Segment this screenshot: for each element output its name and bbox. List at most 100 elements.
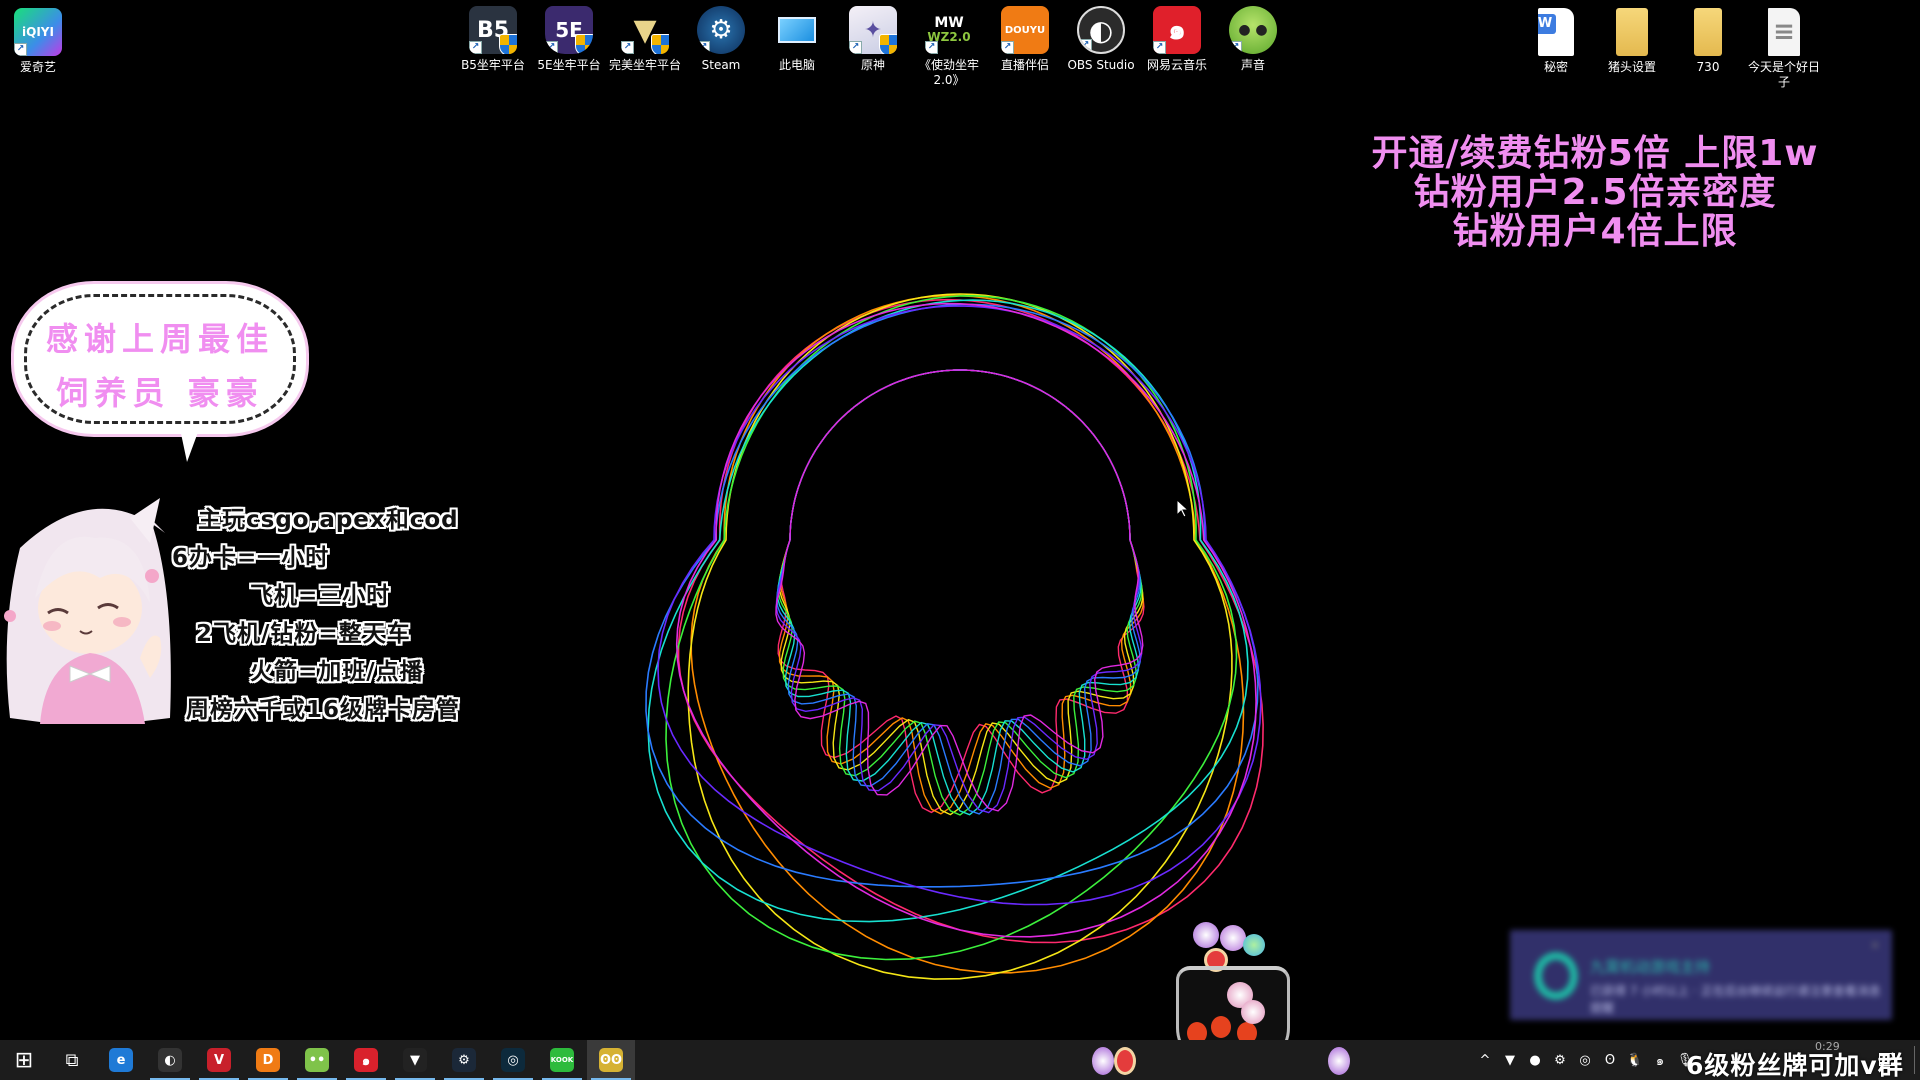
taskbar-app-netease-music[interactable]: ๑ xyxy=(342,1040,390,1080)
taskbar-app-5e-client[interactable]: ◎ xyxy=(489,1040,537,1080)
visualizer-outer-ring xyxy=(665,294,1238,961)
chevron-up-icon[interactable]: ^ xyxy=(1474,1049,1496,1071)
desktop-icon-label: 此电脑 xyxy=(778,58,815,72)
sound-app-icon: ● ● ↗ xyxy=(1229,6,1277,54)
taskbar-app-perfect-world[interactable]: ▼ xyxy=(391,1040,439,1080)
uac-shield-icon xyxy=(651,34,669,54)
b5-platform-icon: B5 ↗ xyxy=(469,6,517,54)
audio-visualizer xyxy=(645,293,1264,980)
obs-icon: ◐ xyxy=(158,1048,182,1072)
bubble-tail xyxy=(179,424,201,462)
douyu-icon: D xyxy=(256,1048,280,1072)
app-notification-icon xyxy=(1534,952,1578,1000)
netease-music-icon: ๑ xyxy=(354,1048,378,1072)
character-blush xyxy=(43,621,61,631)
desktop-icon-label: Steam xyxy=(701,58,741,72)
desktop-icon-obs[interactable]: ◐ ↗ OBS Studio xyxy=(1063,0,1139,73)
desktop-icon-label: 网易云音乐 xyxy=(1146,58,1207,72)
desktop-icon-steam[interactable]: ⚙ ↗ Steam xyxy=(683,0,759,73)
text-document-icon: ≡ xyxy=(1768,8,1800,56)
desktop-icon-label: 《使劲坐牢 2.0》 xyxy=(918,58,979,87)
task-view-icon: ⧉ xyxy=(65,1049,79,1071)
info-line: 2飞机/钻粉=整天车 xyxy=(196,621,411,647)
shortcut-arrow-icon: ↗ xyxy=(1153,41,1166,54)
obs-icon: ◐ ↗ xyxy=(1077,6,1125,54)
gift-coin-icon xyxy=(1328,1047,1350,1075)
douyu-live-icon: DOUYU ↗ xyxy=(1001,6,1049,54)
raccoon-tray-icon[interactable]: ʘ xyxy=(1599,1049,1621,1071)
thanks-speech-bubble: 感谢上周最佳 饲养员 豪豪 xyxy=(14,284,306,462)
perfect-world-platform-icon: ▼ ↗ xyxy=(621,6,669,54)
uac-shield-icon xyxy=(499,34,517,54)
taskbar-app-obs[interactable]: ◐ xyxy=(146,1040,194,1080)
taskbar-app-edge[interactable]: e xyxy=(97,1040,145,1080)
desktop-icon-secret-doc[interactable]: W 秘密 xyxy=(1518,2,1594,75)
character-hair-ribbon xyxy=(4,610,16,622)
wechat-tray-icon[interactable]: ● xyxy=(1524,1049,1546,1071)
heart-gift-icon xyxy=(1114,1047,1136,1075)
desktop-icon-good-day-txt[interactable]: ≡ 今天是个好日子 xyxy=(1746,2,1822,90)
visualizer-inner-ring xyxy=(775,369,1143,814)
desktop-icon-5e[interactable]: 5E ↗ 5E坐牢平台 xyxy=(531,0,607,73)
notification-center-button[interactable] xyxy=(1876,1048,1898,1070)
gift-coin-icon xyxy=(1241,1000,1265,1024)
uac-shield-icon xyxy=(575,34,593,54)
netease-tray-icon[interactable]: ๑ xyxy=(1649,1049,1671,1071)
desktop-icon-label: 今天是个好日子 xyxy=(1747,60,1820,89)
desktop-icon-iqiyi[interactable]: iQIYI ↗ 爱奇艺 xyxy=(0,2,76,75)
shortcut-arrow-icon: ↗ xyxy=(14,43,27,56)
desktop-icon-douyu-live[interactable]: DOUYU ↗ 直播伴侣 xyxy=(987,0,1063,73)
windows-logo-icon: ⊞ xyxy=(14,1047,34,1073)
character-blush xyxy=(113,617,131,627)
5e-tray-icon[interactable]: ◎ xyxy=(1574,1049,1596,1071)
wps-pdf-icon: V xyxy=(207,1048,231,1072)
desktop-icon-label: 直播伴侣 xyxy=(1000,58,1049,72)
gift-coin-icon xyxy=(1193,922,1219,948)
desktop-icon-perfect-world[interactable]: ▼ ↗ 完美坐牢平台 xyxy=(607,0,683,73)
desktop-icon-mw-wz2[interactable]: MW WZ2.0 ↗ 《使劲坐牢 2.0》 xyxy=(911,0,987,88)
notification-body: 已获得 7 小时以上 · 正在后台继续运行请注意查看消息提醒 xyxy=(1590,984,1881,1015)
desktop-icon-label: 5E坐牢平台 xyxy=(537,58,601,72)
folder-icon xyxy=(1694,8,1722,56)
steam-icon: ⚙ ↗ xyxy=(697,6,745,54)
desktop-icon-label: 声音 xyxy=(1240,58,1265,72)
notification-toast[interactable]: 九霄机动游戏主持 已获得 7 小时以上 · 正在后台继续运行请注意查看消息提醒 … xyxy=(1510,930,1892,1020)
raccoon-app-icon: ʘʘ xyxy=(599,1048,623,1072)
taskbar-app-wps-pdf[interactable]: V xyxy=(195,1040,243,1080)
qq-tray-icon[interactable]: 🐧 xyxy=(1624,1049,1646,1071)
notification-close-button[interactable]: × xyxy=(1870,938,1880,952)
taskbar-app-raccoon-app[interactable]: ʘʘ xyxy=(587,1040,635,1080)
shortcut-arrow-icon: ↗ xyxy=(545,41,558,54)
shortcut-arrow-icon: ↗ xyxy=(1229,41,1242,54)
gift-coin-icon xyxy=(1220,925,1246,951)
show-desktop-divider[interactable] xyxy=(1914,1046,1915,1074)
shortcut-arrow-icon: ↗ xyxy=(1079,39,1092,52)
desktop-icon-genshin[interactable]: ✦ ↗ 原神 xyxy=(835,0,911,73)
uac-shield-icon xyxy=(879,34,897,54)
info-line: 周榜六千或16级牌卡房管 xyxy=(186,697,461,723)
perfect-world-tray-icon[interactable]: ▼ xyxy=(1499,1049,1521,1071)
shortcut-arrow-icon: ↗ xyxy=(925,41,938,54)
desktop-icon-folder-730[interactable]: 730 xyxy=(1670,2,1746,75)
this-pc-icon xyxy=(773,6,821,54)
taskbar-app-sound-app[interactable]: •• xyxy=(293,1040,341,1080)
task-view-button[interactable]: ⧉ xyxy=(48,1040,96,1080)
desktop-icon-label: 爱奇艺 xyxy=(19,60,56,74)
sound-app-icon: •• xyxy=(305,1048,329,1072)
notification-center-icon xyxy=(1879,1052,1895,1066)
shortcut-arrow-icon: ↗ xyxy=(469,41,482,54)
shortcut-arrow-icon: ↗ xyxy=(697,41,710,54)
desktop-icon-this-pc[interactable]: 此电脑 xyxy=(759,0,835,73)
desktop-icon-b5[interactable]: B5 ↗ B5坐牢平台 xyxy=(455,0,531,73)
taskbar-app-douyu[interactable]: D xyxy=(244,1040,292,1080)
desktop-icon-netease-music[interactable]: ๑ ↗ 网易云音乐 xyxy=(1139,0,1215,73)
taskbar-app-kook[interactable]: KOOK xyxy=(538,1040,586,1080)
steam-tray-icon[interactable]: ⚙ xyxy=(1549,1049,1571,1071)
visualizer-inner-ring xyxy=(778,369,1145,815)
start-button[interactable]: ⊞ xyxy=(0,1040,48,1080)
desktop-icon-sound-app[interactable]: ● ● ↗ 声音 xyxy=(1215,0,1291,73)
bubble-line: 感谢上周最佳 xyxy=(45,320,274,358)
gift-coin-icon xyxy=(1243,934,1265,956)
desktop-icon-pighead-settings[interactable]: 猪头设置 xyxy=(1594,2,1670,75)
taskbar-app-steam[interactable]: ⚙ xyxy=(440,1040,488,1080)
